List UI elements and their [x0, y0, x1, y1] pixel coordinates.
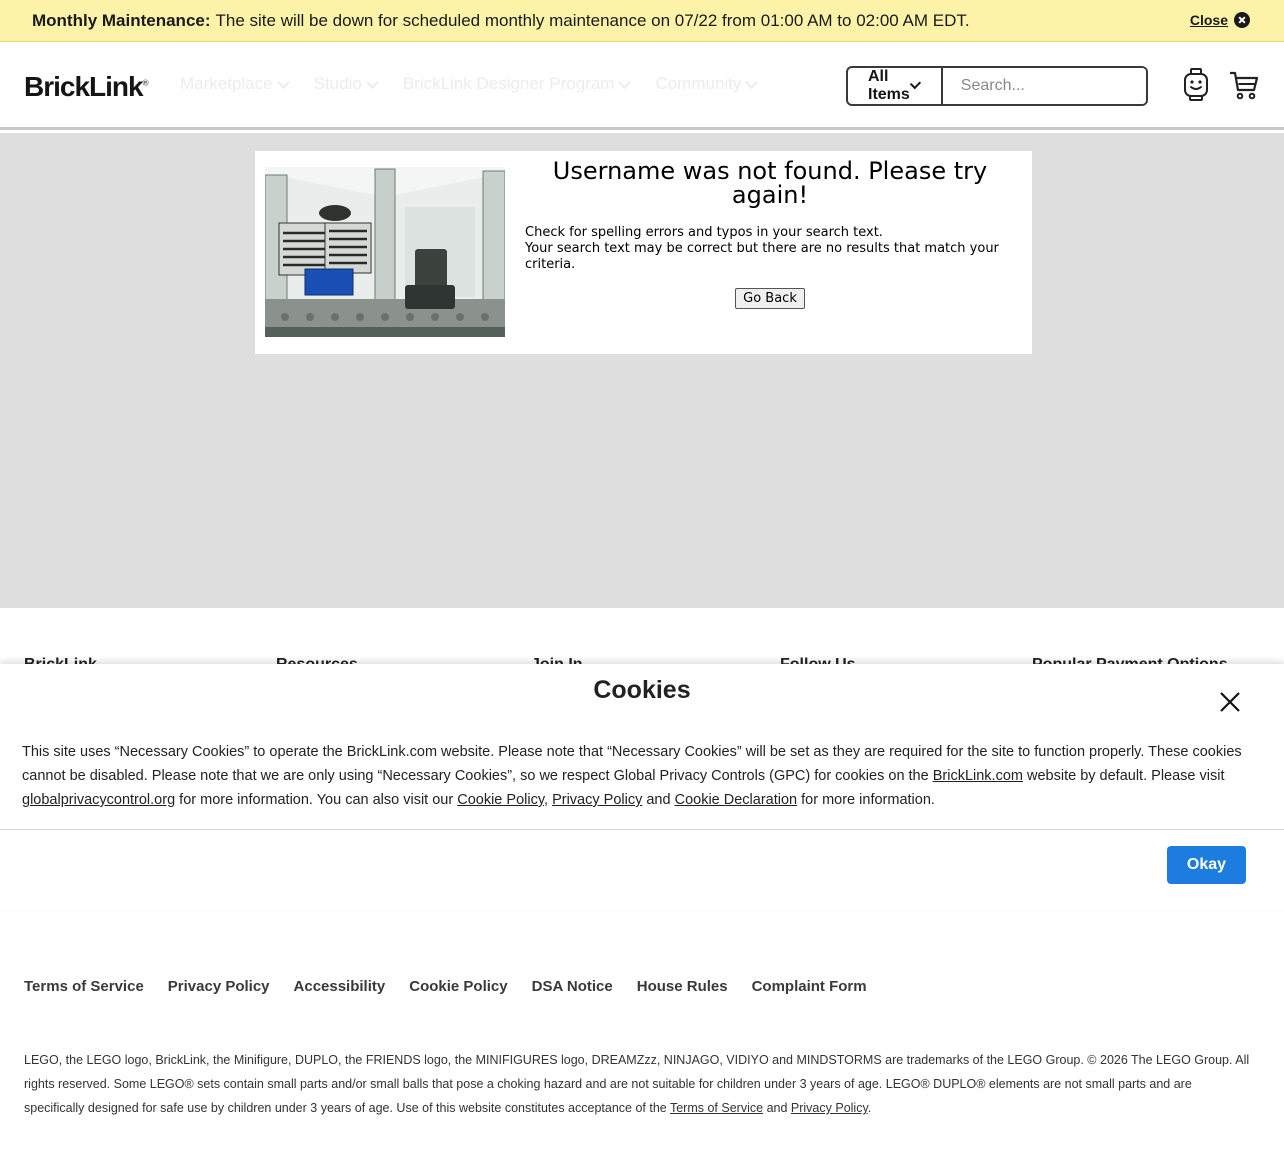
- legal-text: LEGO, the LEGO logo, BrickLink, the Mini…: [24, 1053, 1250, 1115]
- cookie-link-bricklink[interactable]: BrickLink.com: [933, 768, 1023, 784]
- cookie-okay-button[interactable]: Okay: [1167, 846, 1246, 884]
- account-button[interactable]: [1182, 68, 1210, 107]
- main-content: Username was not found. Please try again…: [0, 133, 1284, 608]
- cookie-link-privacy-policy[interactable]: Privacy Policy: [552, 792, 642, 808]
- lego-scene-image: [265, 167, 505, 337]
- cookie-divider: [0, 829, 1284, 830]
- cookie-text-3: for more information. You can also visit…: [179, 792, 454, 808]
- chevron-down-icon: [365, 75, 379, 89]
- cookie-link-declaration[interactable]: Cookie Declaration: [675, 792, 798, 808]
- nav-label: Community: [655, 74, 742, 93]
- cookie-link-gpc[interactable]: globalprivacycontrol.org: [22, 792, 175, 808]
- chevron-down-icon: [276, 75, 290, 89]
- search-input[interactable]: [942, 68, 1146, 104]
- minifigure-icon: [1184, 68, 1208, 101]
- error-message: Check for spelling errors and typos in y…: [525, 225, 1015, 273]
- error-content: Username was not found. Please try again…: [525, 159, 1015, 309]
- banner-close-link[interactable]: Close: [1190, 12, 1228, 28]
- banner-label: Monthly Maintenance:: [32, 10, 211, 30]
- legal-link-terms[interactable]: Terms of Service: [670, 1101, 763, 1115]
- close-icon: [1220, 692, 1240, 712]
- legal-notice: LEGO, the LEGO logo, BrickLink, the Mini…: [24, 1048, 1254, 1120]
- cookie-comma: ,: [544, 792, 549, 808]
- cookie-text: This site uses “Necessary Cookies” to op…: [22, 740, 1262, 812]
- bricklink-logo[interactable]: BrickLink®: [24, 71, 148, 103]
- legal-end: .: [867, 1101, 872, 1115]
- maintenance-banner: Monthly Maintenance: The site will be do…: [0, 0, 1284, 42]
- main-nav: Marketplace Studio BrickLink Designer Pr…: [180, 74, 759, 94]
- footer-link-terms[interactable]: Terms of Service: [24, 978, 144, 995]
- cookie-text-4: for more information.: [801, 792, 935, 808]
- banner-text: The site will be down for scheduled mont…: [215, 10, 970, 30]
- nav-studio[interactable]: Studio: [313, 74, 379, 94]
- error-line-2: Your search text may be correct but ther…: [525, 241, 999, 272]
- nav-marketplace[interactable]: Marketplace: [180, 74, 290, 94]
- search-bar: All Items: [846, 66, 1148, 106]
- close-circle-icon[interactable]: [1234, 12, 1250, 28]
- chevron-down-icon: [745, 75, 759, 89]
- footer-link-dsa-notice[interactable]: DSA Notice: [532, 978, 613, 995]
- nav-community[interactable]: Community: [655, 74, 759, 94]
- cookie-and: and: [646, 792, 671, 808]
- cart-icon: [1230, 71, 1259, 100]
- go-back-wrap: Go Back: [525, 287, 1015, 309]
- search-category-label: All Items: [868, 68, 910, 103]
- footer-link-house-rules[interactable]: House Rules: [637, 978, 728, 995]
- nav-label: Marketplace: [180, 74, 273, 93]
- chevron-down-icon: [618, 75, 632, 89]
- site-header: BrickLink® Marketplace Studio BrickLink …: [0, 42, 1284, 130]
- cookie-text-2: website by default. Please visit: [1027, 768, 1225, 784]
- footer-link-complaint-form[interactable]: Complaint Form: [752, 978, 867, 995]
- cookie-title: Cookies: [593, 676, 691, 704]
- cookie-banner: Cookies This site uses “Necessary Cookie…: [0, 664, 1284, 910]
- error-line-1: Check for spelling errors and typos in y…: [525, 225, 883, 240]
- go-back-button[interactable]: Go Back: [735, 288, 805, 309]
- nav-label: BrickLink Designer Program: [402, 74, 615, 93]
- footer-link-accessibility[interactable]: Accessibility: [294, 978, 386, 995]
- trademark-mark: ®: [142, 78, 149, 88]
- legal-and: and: [766, 1101, 788, 1115]
- footer-link-privacy[interactable]: Privacy Policy: [168, 978, 270, 995]
- banner-close[interactable]: Close: [1190, 12, 1250, 28]
- error-panel: Username was not found. Please try again…: [255, 151, 1032, 354]
- cookie-link-cookie-policy[interactable]: Cookie Policy: [457, 792, 544, 808]
- footer-link-cookie-policy[interactable]: Cookie Policy: [409, 978, 507, 995]
- nav-label: Studio: [313, 74, 362, 93]
- error-title: Username was not found. Please try again…: [552, 157, 988, 209]
- search-category-select[interactable]: All Items: [848, 68, 943, 104]
- legal-link-privacy[interactable]: Privacy Policy: [791, 1101, 868, 1115]
- logo-text: BrickLink: [24, 71, 144, 102]
- cookie-close-button[interactable]: [1218, 690, 1242, 714]
- nav-designer-program[interactable]: BrickLink Designer Program: [402, 74, 632, 94]
- cart-button[interactable]: [1229, 70, 1259, 105]
- footer-links: Terms of Service Privacy Policy Accessib…: [24, 978, 867, 995]
